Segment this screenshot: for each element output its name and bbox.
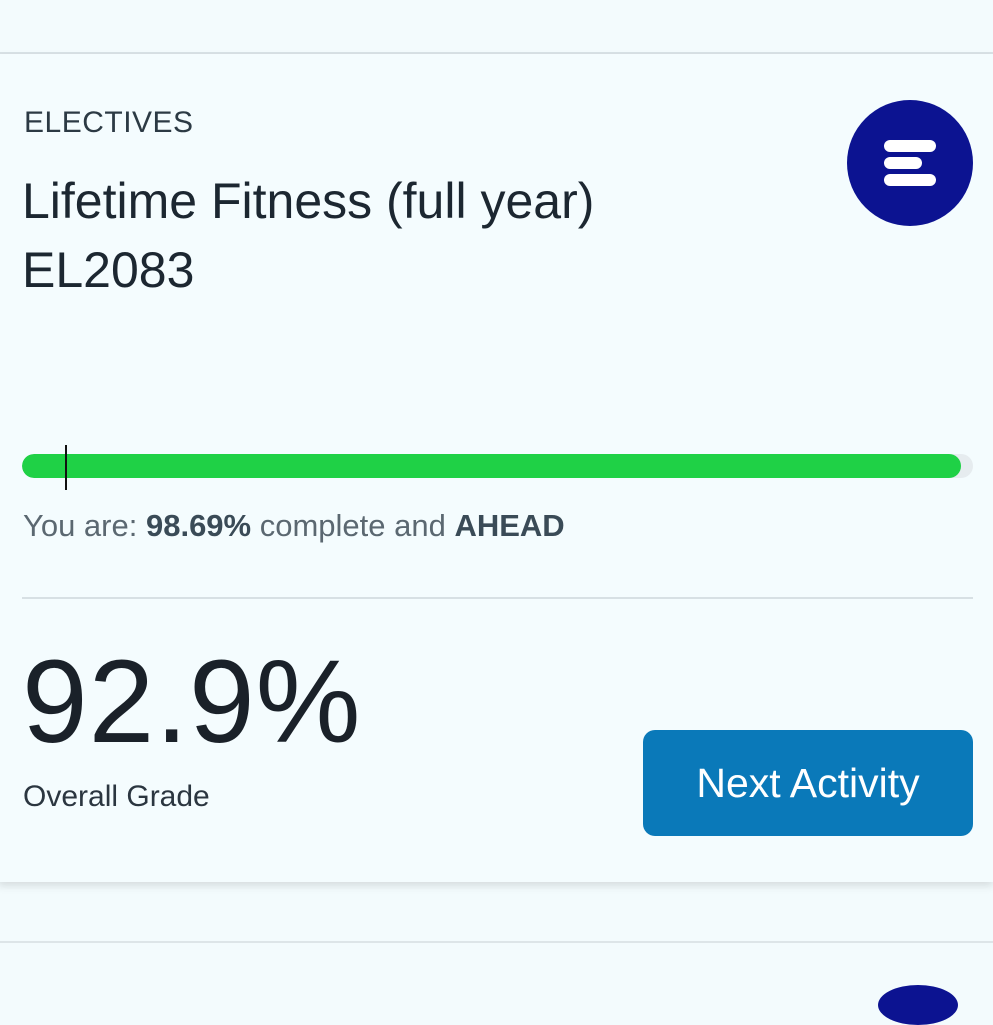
progress-target-marker — [64, 445, 67, 490]
logo-bar-middle — [884, 157, 922, 169]
logo-bar-bottom — [884, 174, 936, 186]
card-divider — [0, 941, 993, 943]
status-percent: 98.69% — [145, 508, 252, 543]
course-title-name: Lifetime Fitness (full year) — [22, 173, 595, 229]
logo-bar-top — [884, 140, 936, 152]
next-course-logo-partial — [878, 985, 958, 1025]
status-middle: complete and — [251, 508, 455, 543]
overall-grade-label: Overall Grade — [23, 780, 210, 813]
progress-fill — [22, 454, 961, 478]
next-activity-button[interactable]: Next Activity — [643, 730, 973, 836]
stacked-bars-icon — [847, 100, 973, 226]
progress-status-text: You are: 98.69% complete and AHEAD — [23, 508, 565, 544]
course-title[interactable]: Lifetime Fitness (full year) EL2083 — [22, 167, 762, 305]
course-category: ELECTIVES — [24, 106, 194, 139]
section-divider — [22, 597, 973, 599]
progress-bar — [22, 454, 973, 478]
status-prefix: You are: — [23, 508, 146, 543]
overall-grade-value: 92.9% — [22, 636, 362, 768]
course-code: EL2083 — [22, 242, 195, 298]
status-pace: AHEAD — [454, 508, 565, 543]
top-divider — [0, 0, 993, 54]
